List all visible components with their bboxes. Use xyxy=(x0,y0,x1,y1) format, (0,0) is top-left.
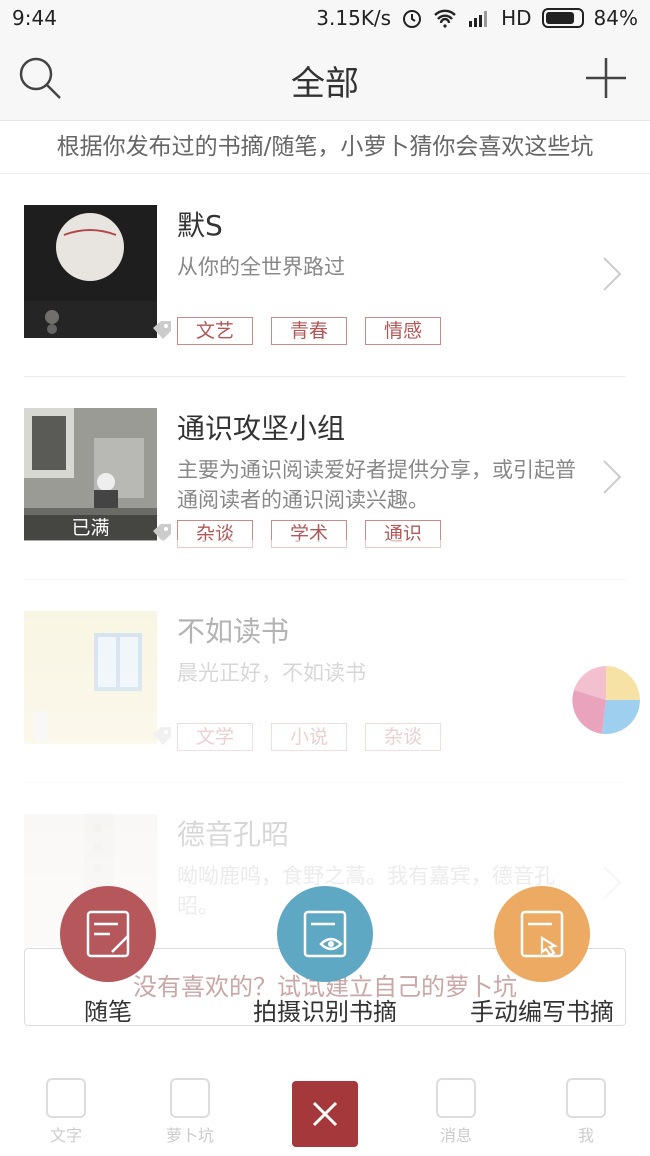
battery-level: 84% xyxy=(593,6,638,30)
tag-list: 杂谈 学术 通识 xyxy=(153,520,441,548)
group-name: 默S xyxy=(177,209,223,242)
tab-label: 消息 xyxy=(439,1126,472,1145)
tab-label: 我 xyxy=(577,1126,594,1145)
recommend-hint: 根据你发布过的书摘/随笔，小萝卜猜你会喜欢这些坑 xyxy=(0,121,650,174)
network-type: HD xyxy=(501,6,532,30)
tag[interactable]: 杂谈 xyxy=(365,723,441,751)
tag-icon xyxy=(153,321,171,339)
tag[interactable]: 文艺 xyxy=(177,317,253,345)
battery-icon xyxy=(541,8,584,28)
close-icon xyxy=(312,1101,338,1127)
group-name: 通识攻坚小组 xyxy=(177,412,346,445)
tag-list: 文艺 青春 情感 xyxy=(153,317,441,345)
tab-messages[interactable]: 消息 xyxy=(416,1078,496,1146)
close-button[interactable] xyxy=(292,1081,358,1147)
tab-me[interactable]: 我 xyxy=(546,1078,626,1146)
tag-icon xyxy=(153,524,171,542)
chevron-right-icon xyxy=(603,460,622,494)
tab-text[interactable]: 文字 xyxy=(26,1078,106,1146)
essay-circle[interactable] xyxy=(60,886,156,982)
status-time: 9:44 xyxy=(12,6,57,30)
signal-icon xyxy=(469,11,488,27)
group-desc: 主要为通识阅读爱好者提供分享，或引起普通阅读者的通识阅读兴趣。 xyxy=(177,458,576,512)
alarm-icon xyxy=(403,10,422,28)
essay-button[interactable]: 随笔 xyxy=(60,886,156,1027)
floating-assistant-icon[interactable] xyxy=(572,666,640,734)
hand-write-icon xyxy=(520,910,564,958)
tag[interactable]: 小说 xyxy=(271,723,347,751)
document-icon xyxy=(46,1078,86,1118)
group-name: 不如读书 xyxy=(177,615,290,648)
tag-list: 文学 小说 杂谈 xyxy=(153,723,441,751)
photo-scan-circle[interactable] xyxy=(277,886,373,982)
scan-eye-icon xyxy=(303,910,347,958)
add-icon[interactable] xyxy=(584,56,628,100)
group-name: 德音孔昭 xyxy=(177,818,290,851)
manual-excerpt-button[interactable]: 手动编写书摘 xyxy=(442,886,642,1027)
network-speed: 3.15K/s xyxy=(316,6,392,30)
tab-groups[interactable]: 萝卜坑 xyxy=(150,1078,230,1146)
group-thumbnail xyxy=(24,205,157,338)
status-right: 3.15K/s HD 84% xyxy=(316,6,638,30)
list-item[interactable]: 默S 从你的全世界路过 文艺 青春 情感 xyxy=(24,174,626,377)
people-icon xyxy=(170,1078,210,1118)
tag[interactable]: 青春 xyxy=(271,317,347,345)
top-bar: 全部 xyxy=(0,38,650,121)
tag[interactable]: 杂谈 xyxy=(177,520,253,548)
user-icon xyxy=(566,1078,606,1118)
wifi-icon xyxy=(434,9,456,28)
manual-excerpt-circle[interactable] xyxy=(494,886,590,982)
list-item[interactable]: 已满 通识攻坚小组 主要为通识阅读爱好者提供分享，或引起普通阅读者的通识阅读兴趣… xyxy=(24,377,626,580)
manual-excerpt-label: 手动编写书摘 xyxy=(470,998,614,1026)
tag[interactable]: 通识 xyxy=(365,520,441,548)
page-title: 全部 xyxy=(291,64,359,104)
group-desc: 晨光正好，不如读书 xyxy=(177,661,366,685)
essay-label: 随笔 xyxy=(84,998,132,1026)
tag[interactable]: 情感 xyxy=(365,317,441,345)
photo-scan-button[interactable]: 拍摄识别书摘 xyxy=(225,886,425,1027)
full-badge: 已满 xyxy=(24,515,157,541)
tag[interactable]: 学术 xyxy=(271,520,347,548)
edit-note-icon xyxy=(86,910,130,958)
tab-label: 萝卜坑 xyxy=(165,1126,214,1145)
tag-icon xyxy=(153,727,171,745)
group-thumbnail: 已满 xyxy=(24,408,157,541)
group-list: 默S 从你的全世界路过 文艺 青春 情感 已满 通识攻坚小组 主要为通识阅读爱好… xyxy=(0,174,650,986)
bell-icon xyxy=(436,1078,476,1118)
status-bar: 9:44 3.15K/s HD 84% xyxy=(0,0,650,38)
chevron-right-icon xyxy=(603,257,622,291)
group-desc: 从你的全世界路过 xyxy=(177,255,345,279)
tag[interactable]: 文学 xyxy=(177,723,253,751)
photo-scan-label: 拍摄识别书摘 xyxy=(253,998,397,1026)
list-item[interactable]: 不如读书 晨光正好，不如读书 文学 小说 杂谈 xyxy=(24,580,626,783)
tab-label: 文字 xyxy=(49,1126,82,1145)
group-thumbnail xyxy=(24,611,157,744)
